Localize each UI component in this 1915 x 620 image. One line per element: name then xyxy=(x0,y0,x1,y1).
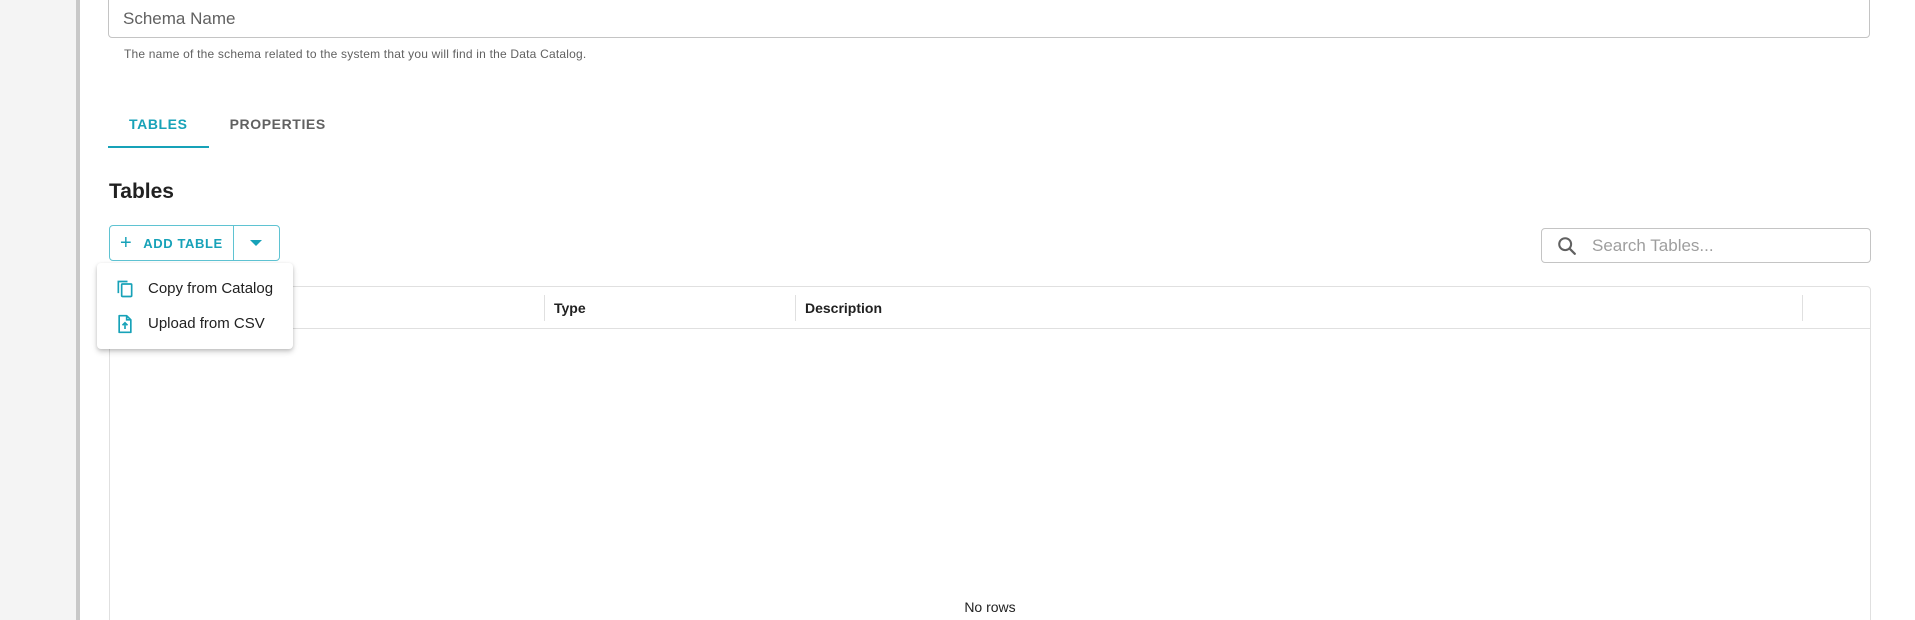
tab-tables[interactable]: TABLES xyxy=(108,100,209,148)
column-separator[interactable] xyxy=(544,295,545,321)
add-table-dropdown-button[interactable] xyxy=(232,226,279,260)
column-header-type[interactable]: Type xyxy=(554,287,586,329)
tab-bar: TABLES PROPERTIES xyxy=(108,100,347,148)
tab-properties[interactable]: PROPERTIES xyxy=(209,100,347,148)
schema-name-field[interactable] xyxy=(108,0,1870,38)
add-table-button[interactable]: + ADD TABLE xyxy=(110,226,233,260)
grid-header: Type Description xyxy=(110,287,1870,329)
search-tables-input[interactable] xyxy=(1578,229,1870,262)
menu-item-label: Upload from CSV xyxy=(148,315,265,332)
plus-icon: + xyxy=(120,232,133,254)
schema-name-input[interactable] xyxy=(109,0,1869,37)
menu-item-label: Copy from Catalog xyxy=(148,280,274,297)
add-table-split-button: + ADD TABLE xyxy=(109,225,280,261)
search-tables-field[interactable] xyxy=(1541,228,1871,263)
column-separator[interactable] xyxy=(1802,295,1803,321)
empty-state-text: No rows xyxy=(964,599,1016,615)
schema-name-helper-text: The name of the schema related to the sy… xyxy=(124,47,587,61)
add-table-menu: Copy from Catalog Upload from CSV xyxy=(97,263,293,349)
left-gutter xyxy=(0,0,76,620)
menu-item-upload-from-csv[interactable]: Upload from CSV xyxy=(97,306,293,341)
column-separator[interactable] xyxy=(795,295,796,321)
menu-item-copy-from-catalog[interactable]: Copy from Catalog xyxy=(97,271,293,306)
section-title: Tables xyxy=(109,180,174,203)
tables-grid: Type Description No rows xyxy=(109,286,1871,620)
upload-file-icon xyxy=(118,314,132,333)
column-header-description[interactable]: Description xyxy=(805,287,882,329)
add-table-label: ADD TABLE xyxy=(143,235,223,251)
search-icon xyxy=(1558,236,1576,255)
copy-icon xyxy=(117,280,133,297)
main-content: The name of the schema related to the sy… xyxy=(80,0,1915,620)
caret-down-icon xyxy=(250,240,263,246)
